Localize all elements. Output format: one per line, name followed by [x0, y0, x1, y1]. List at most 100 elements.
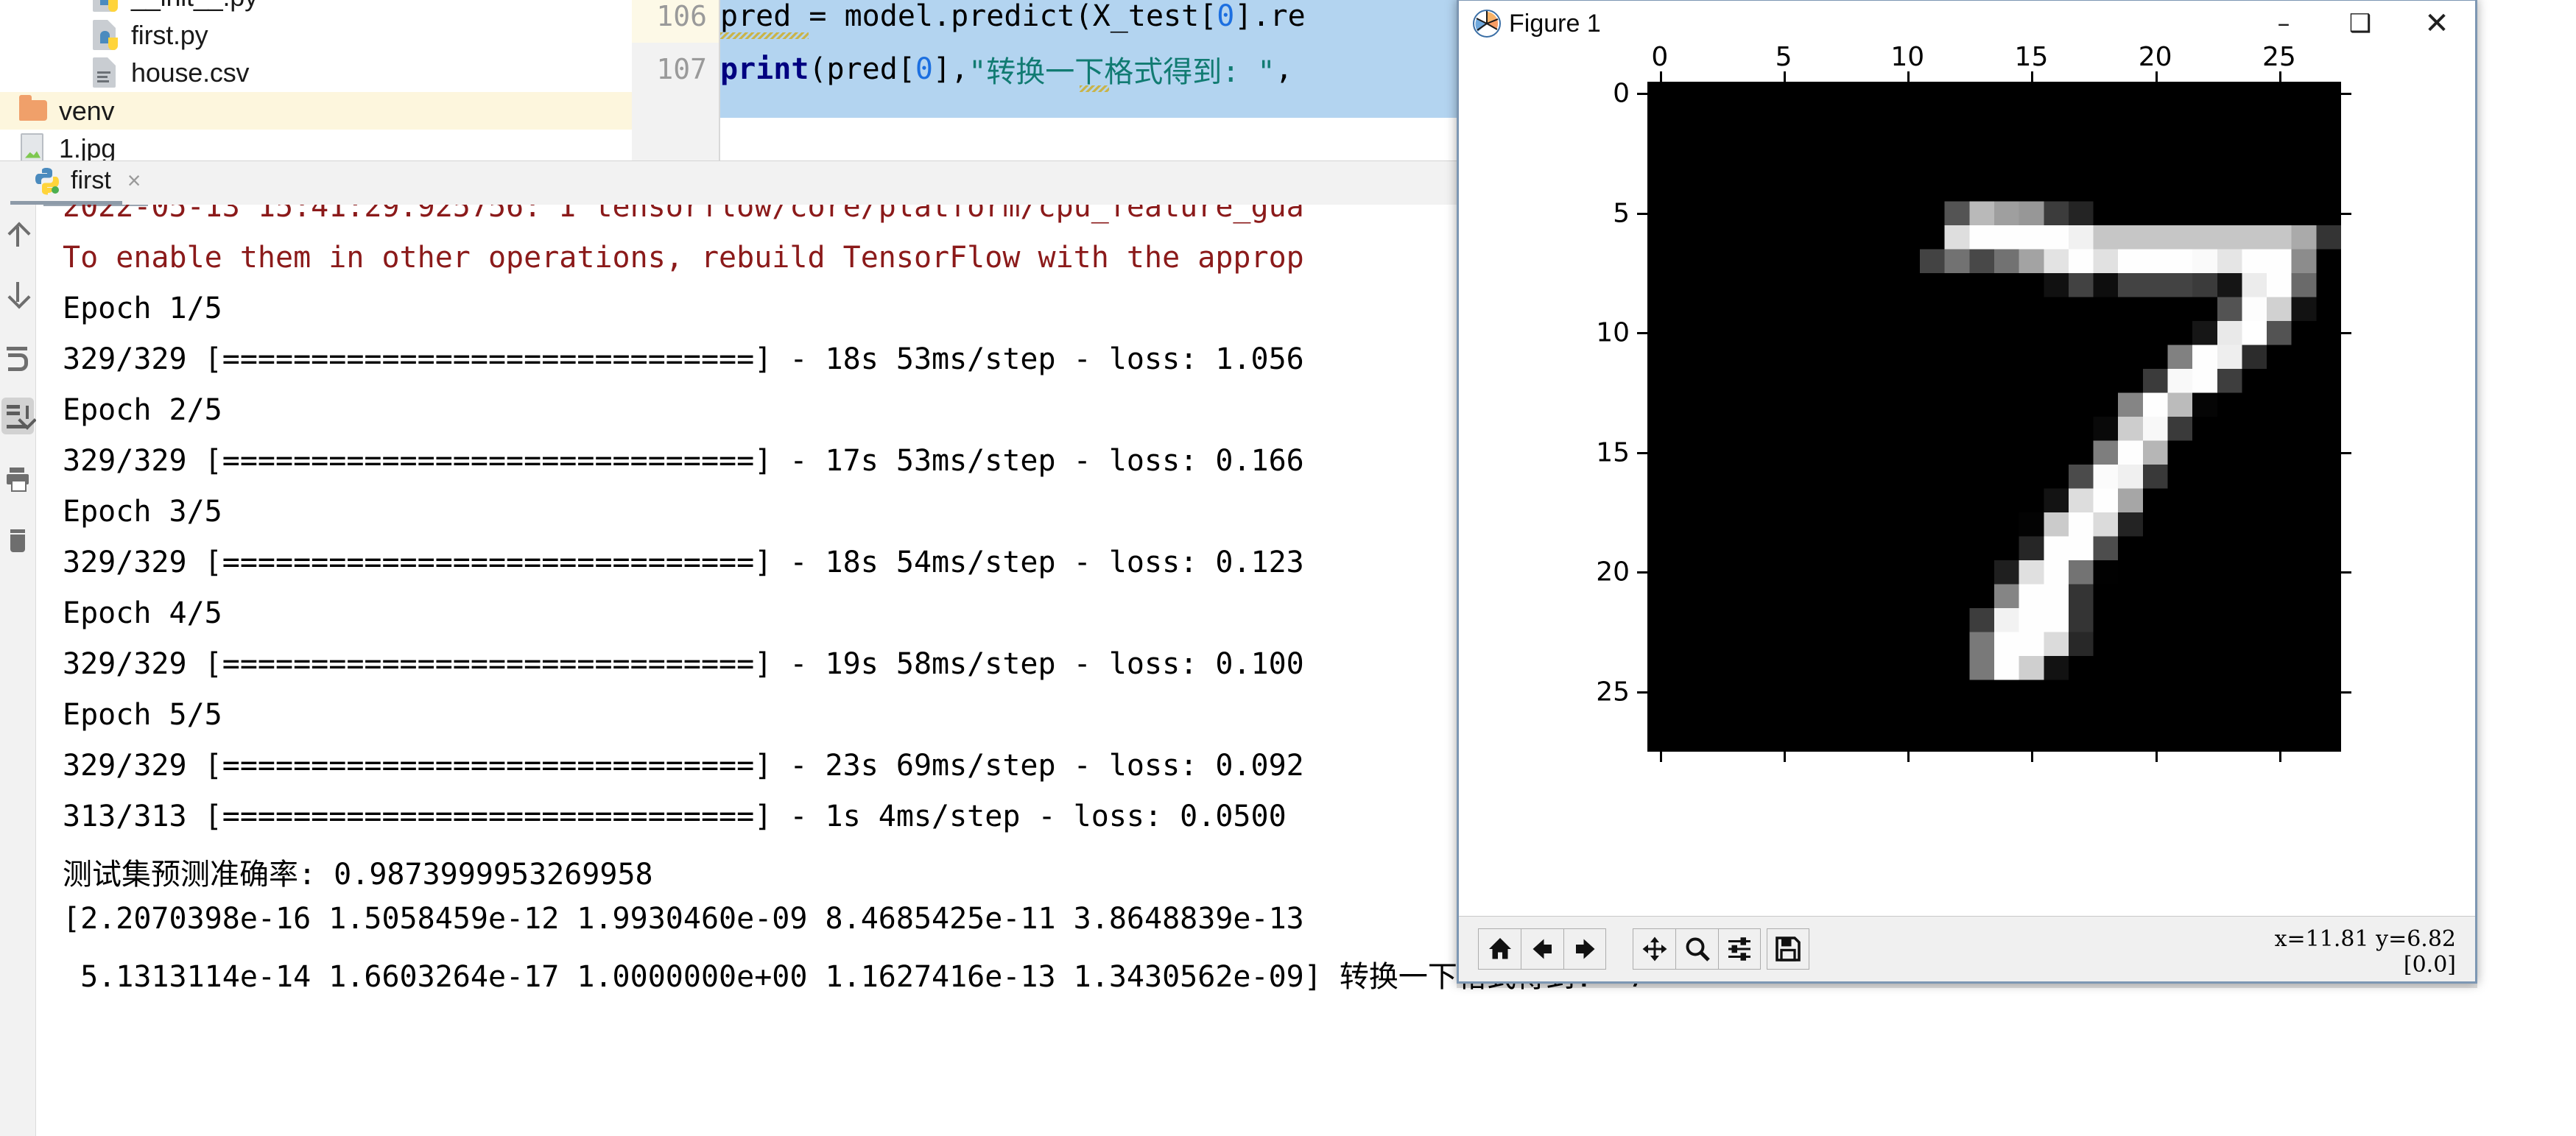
figure-window-shadow [1457, 984, 2477, 988]
y-axis-tick-mark [1637, 93, 1647, 96]
console-line: 5.1313114e-14 1.6603264e-17 1.0000000e+0… [63, 960, 1647, 994]
console-line: Epoch 1/5 [63, 292, 222, 325]
soft-wrap-icon[interactable] [1, 339, 34, 375]
run-window-toolbar[interactable] [0, 205, 36, 1136]
console-line: 313/313 [==============================]… [63, 800, 1287, 833]
y-axis-tick-label: 25 [1596, 677, 1630, 708]
x-axis-tick-mark [1659, 71, 1662, 82]
save-button[interactable] [1767, 928, 1809, 970]
up-arrow-icon[interactable] [1, 218, 34, 255]
x-axis-tick-mark-bottom [1907, 752, 1910, 762]
figure-window-title: Figure 1 [1509, 9, 1601, 38]
editor-line-number: 106 [632, 0, 719, 43]
project-file-tree[interactable]: __init__.py first.py house.csv venv 1.jpg [0, 0, 632, 163]
y-axis-tick-label: 0 [1613, 78, 1630, 109]
y-axis-tick-mark [1637, 571, 1647, 574]
print-icon[interactable] [1, 461, 34, 498]
console-line: Epoch 3/5 [63, 495, 222, 529]
code-token: , [1275, 52, 1293, 86]
run-tool-window-tabbar[interactable]: first × [0, 160, 1460, 205]
coords-xy: x=11.81 y=6.82 [2274, 926, 2456, 952]
editor-gutter: 106 107 [632, 0, 720, 160]
run-tab-first[interactable]: first × [19, 166, 141, 195]
figure-canvas[interactable]: 0 5 10 15 20 25 0 5 10 15 20 25 [1459, 42, 2475, 921]
x-axis-tick-label: 0 [1651, 42, 1669, 72]
maximize-button[interactable]: ❑ [2322, 1, 2399, 46]
x-axis-tick-mark-bottom [2155, 752, 2158, 762]
code-token: "转换一下格式得到: " [968, 55, 1275, 89]
y-axis-tick-mark-right [2341, 691, 2351, 694]
file-tree-item[interactable]: venv [0, 92, 632, 130]
x-axis-tick-mark [2278, 71, 2281, 82]
home-button[interactable] [1478, 928, 1521, 970]
code-token: print [720, 52, 809, 86]
minimize-button[interactable]: – [2245, 1, 2322, 46]
x-axis-tick-mark-bottom [1784, 752, 1787, 762]
python-run-icon [32, 166, 62, 195]
code-token: ], [933, 52, 969, 86]
x-axis-tick-mark [1784, 71, 1787, 82]
x-axis-tick-mark-bottom [2278, 752, 2281, 762]
y-axis-tick-mark [1637, 451, 1647, 454]
editor-warning-squiggle [720, 32, 809, 39]
y-axis-tick-mark-right [2341, 332, 2351, 335]
x-axis-tick-mark-bottom [1659, 752, 1662, 762]
pan-button[interactable] [1633, 928, 1675, 970]
y-axis-tick-mark-right [2341, 93, 2351, 96]
trash-icon[interactable] [1, 523, 34, 560]
window-controls[interactable]: – ❑ ✕ [2245, 1, 2475, 46]
scroll-to-end-icon[interactable] [1, 398, 34, 434]
toolbar-group-save[interactable] [1767, 928, 1809, 970]
editor-selection-block [720, 96, 1460, 118]
editor-code-area[interactable]: pred = model.predict(X_test[0].reprint (p… [720, 0, 1460, 160]
console-line: 测试集预测准确率: 0.9873999953269958 [63, 858, 653, 892]
console-line: Epoch 5/5 [63, 698, 222, 732]
y-axis-tick-mark [1637, 332, 1647, 335]
y-axis-tick-mark-right [2341, 571, 2351, 574]
y-axis-tick-mark [1637, 691, 1647, 694]
x-axis-tick-mark [2031, 71, 2034, 82]
mnist-digit-heatmap[interactable] [1647, 82, 2341, 752]
code-token: (pred[ [809, 52, 915, 86]
figure-title-bar[interactable]: Figure 1 – ❑ ✕ [1459, 1, 2475, 46]
run-tab-close-icon[interactable]: × [127, 167, 141, 194]
toolbar-group-pan-zoom[interactable] [1633, 928, 1761, 970]
y-axis-tick-label: 5 [1613, 198, 1630, 229]
close-button[interactable]: ✕ [2399, 1, 2475, 46]
editor-line-number: 107 [656, 53, 707, 85]
code-token: 0 [915, 52, 934, 86]
zoom-button[interactable] [1675, 928, 1718, 970]
matplotlib-figure-window[interactable]: Figure 1 – ❑ ✕ 0 5 10 15 20 25 0 5 10 15 20 25 [1457, 0, 2477, 984]
x-axis-tick-label: 25 [2262, 42, 2296, 72]
toolbar-group-navigation[interactable] [1478, 928, 1606, 970]
x-axis-tick-label: 15 [2014, 42, 2049, 72]
file-tree-item-label: __init__.py [131, 0, 258, 13]
configure-subplots-button[interactable] [1718, 928, 1761, 970]
file-tree-item-label: first.py [131, 19, 208, 50]
file-tree-item[interactable]: house.csv [0, 54, 632, 91]
figure-navigation-toolbar[interactable]: x=11.81 y=6.82 [0.0] [1459, 916, 2475, 981]
down-arrow-icon[interactable] [1, 274, 34, 311]
python-file-icon [88, 0, 121, 15]
folder-icon [16, 94, 49, 129]
forward-button[interactable] [1563, 928, 1606, 970]
file-tree-item-label: house.csv [131, 57, 250, 88]
code-token: pred = model.predict(X_test[ [720, 0, 1217, 33]
coords-value: [0.0] [2403, 951, 2456, 978]
x-axis-tick-mark [2155, 71, 2158, 82]
back-button[interactable] [1521, 928, 1563, 970]
editor-code-line[interactable]: pred = model.predict(X_test[0].re [720, 0, 1460, 43]
file-tree-item[interactable]: __init__.py [0, 0, 632, 15]
code-token: 0 [1217, 0, 1235, 33]
matplotlib-icon [1472, 9, 1502, 38]
x-axis-tick-mark [1907, 71, 1910, 82]
x-axis-tick-label: 5 [1775, 42, 1792, 72]
file-tree-item-label: 1.jpg [59, 133, 116, 163]
x-axis-tick-label: 20 [2138, 42, 2172, 72]
code-editor[interactable]: 106 107 pred = model.predict(X_test[0].re… [632, 0, 1460, 160]
x-axis-tick-mark-bottom [2031, 752, 2034, 762]
file-tree-item[interactable]: first.py [0, 16, 632, 54]
console-line: Epoch 4/5 [63, 596, 222, 630]
y-axis-tick-label: 10 [1596, 317, 1630, 348]
csv-file-icon [88, 55, 121, 91]
